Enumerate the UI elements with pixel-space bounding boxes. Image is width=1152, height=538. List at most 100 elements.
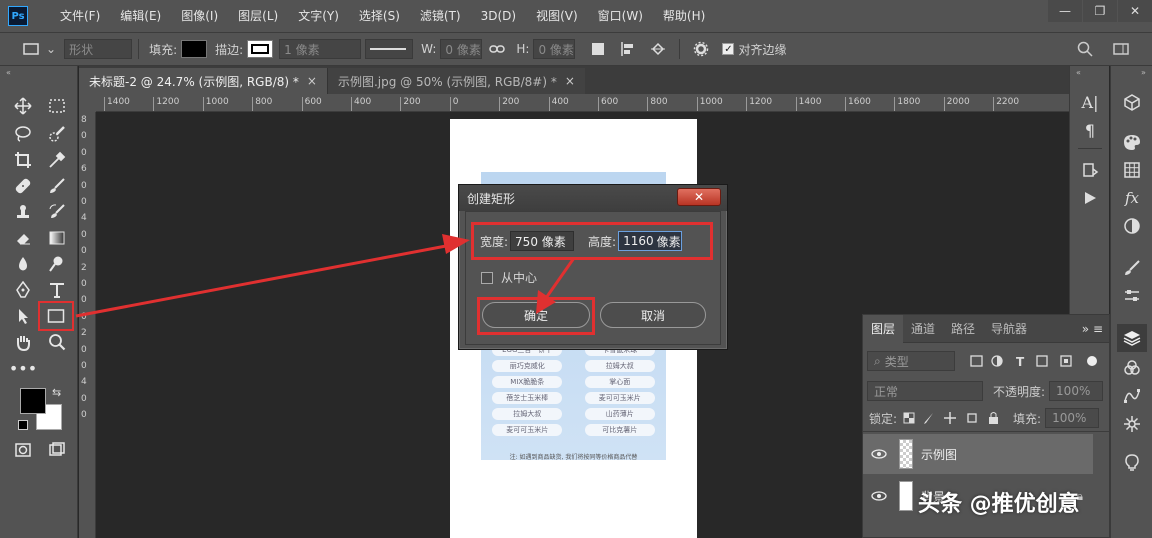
- fill-color-swatch[interactable]: [181, 40, 208, 58]
- healing-brush-tool-icon[interactable]: [10, 174, 36, 198]
- workspace-icon[interactable]: [1112, 40, 1130, 58]
- height-field[interactable]: 0 像素: [533, 39, 576, 59]
- tab-paths[interactable]: 路径: [943, 315, 983, 343]
- type-tool-icon[interactable]: [44, 278, 70, 302]
- eraser-tool-icon[interactable]: [10, 226, 36, 250]
- brush-settings-icon[interactable]: [1119, 256, 1145, 280]
- gear-icon[interactable]: [692, 40, 710, 58]
- hand-tool-icon[interactable]: [10, 330, 36, 354]
- crop-tool-icon[interactable]: [10, 148, 36, 172]
- color-palette-icon[interactable]: [1119, 130, 1145, 154]
- dialog-titlebar[interactable]: 创建矩形 ✕: [459, 185, 727, 211]
- zoom-tool-icon[interactable]: [44, 330, 70, 354]
- lock-icons[interactable]: [903, 411, 1003, 425]
- adjustments-icon[interactable]: [1119, 214, 1145, 238]
- from-center-checkbox[interactable]: [481, 271, 493, 284]
- menu-filter[interactable]: 滤镜(T): [410, 0, 471, 32]
- layer-row-example[interactable]: 示例图: [863, 434, 1093, 474]
- minimize-button[interactable]: —: [1048, 0, 1082, 22]
- history-panel-icon[interactable]: [1077, 158, 1103, 182]
- menu-layer[interactable]: 图层(L): [228, 0, 288, 32]
- 3d-panel-icon[interactable]: [1119, 90, 1145, 114]
- brush-presets-icon[interactable]: [1119, 284, 1145, 308]
- width-input[interactable]: 750 像素: [510, 231, 575, 251]
- path-arrangement-icon[interactable]: [649, 40, 667, 58]
- path-selection-tool-icon[interactable]: [10, 304, 36, 328]
- width-field[interactable]: 0 像素: [440, 39, 483, 59]
- close-icon[interactable]: ×: [565, 74, 575, 88]
- eye-icon[interactable]: [863, 491, 895, 501]
- tab-channels[interactable]: 通道: [903, 315, 943, 343]
- history-brush-tool-icon[interactable]: [44, 200, 70, 224]
- menu-select[interactable]: 选择(S): [349, 0, 410, 32]
- blur-tool-icon[interactable]: [10, 252, 36, 276]
- rectangle-tool-icon[interactable]: [38, 301, 74, 331]
- restore-button[interactable]: ❐: [1083, 0, 1117, 22]
- close-window-button[interactable]: ✕: [1118, 0, 1152, 22]
- menu-window[interactable]: 窗口(W): [588, 0, 653, 32]
- eyedropper-tool-icon[interactable]: [44, 148, 70, 172]
- foreground-color-swatch[interactable]: [20, 388, 46, 414]
- swatches-grid-icon[interactable]: [1119, 158, 1145, 182]
- layers-panel-icon[interactable]: [1117, 324, 1147, 352]
- stroke-type-select[interactable]: [365, 39, 414, 59]
- navigator-panel-icon[interactable]: [1119, 412, 1145, 436]
- close-icon[interactable]: ×: [307, 74, 317, 88]
- menu-3d[interactable]: 3D(D): [471, 0, 526, 32]
- rectangle-tool-preset-icon[interactable]: [22, 40, 40, 58]
- photoshop-logo[interactable]: Ps: [8, 6, 28, 26]
- actions-play-icon[interactable]: [1077, 186, 1103, 210]
- paths-panel-icon[interactable]: [1119, 384, 1145, 408]
- menu-edit[interactable]: 编辑(E): [110, 0, 171, 32]
- clone-stamp-tool-icon[interactable]: [10, 200, 36, 224]
- lightbulb-icon[interactable]: [1119, 450, 1145, 474]
- cancel-button[interactable]: 取消: [600, 302, 706, 328]
- more-tools-icon[interactable]: •••: [9, 356, 37, 380]
- collapse-icon[interactable]: «: [1076, 68, 1081, 77]
- gradient-tool-icon[interactable]: [44, 226, 70, 250]
- path-alignment-icon[interactable]: [619, 40, 637, 58]
- brush-tool-icon[interactable]: [44, 174, 70, 198]
- menu-type[interactable]: 文字(Y): [288, 0, 349, 32]
- tab-layers[interactable]: 图层: [863, 314, 904, 343]
- screen-mode-icon[interactable]: [44, 438, 70, 462]
- quick-selection-tool-icon[interactable]: [44, 122, 70, 146]
- paragraph-panel-icon[interactable]: ¶: [1077, 118, 1103, 142]
- menu-help[interactable]: 帮助(H): [653, 0, 715, 32]
- opacity-field[interactable]: 100%: [1049, 381, 1104, 401]
- tab-untitled-2[interactable]: 未标题-2 @ 24.7% (示例图, RGB/8) * ×: [79, 68, 327, 94]
- link-icon[interactable]: [488, 40, 506, 58]
- menu-file[interactable]: 文件(F): [50, 0, 110, 32]
- blend-mode-select[interactable]: 正常: [867, 381, 983, 401]
- stroke-width-field[interactable]: 1 像素: [279, 39, 362, 59]
- layer-filter-icons[interactable]: T: [969, 354, 1085, 368]
- fill-field[interactable]: 100%: [1045, 408, 1100, 428]
- tab-example-jpg[interactable]: 示例图.jpg @ 50% (示例图, RGB/8#) * ×: [326, 68, 585, 94]
- move-tool-icon[interactable]: [10, 94, 36, 118]
- tool-mode-select[interactable]: 形状: [64, 39, 133, 59]
- pen-tool-icon[interactable]: [10, 278, 36, 302]
- character-panel-icon[interactable]: A|: [1077, 90, 1103, 114]
- chevron-down-icon[interactable]: ⌄: [46, 42, 56, 56]
- swap-colors-icon[interactable]: ⇆: [52, 386, 61, 399]
- collapse-icon[interactable]: «: [6, 68, 11, 77]
- tab-navigator[interactable]: 导航器: [983, 315, 1035, 343]
- eye-icon[interactable]: [863, 449, 895, 459]
- layer-filter-select[interactable]: ⌕ 类型: [867, 351, 955, 371]
- menu-view[interactable]: 视图(V): [526, 0, 588, 32]
- quick-mask-icon[interactable]: [10, 438, 36, 462]
- channels-panel-icon[interactable]: [1119, 356, 1145, 380]
- collapse-icon[interactable]: »: [1141, 68, 1146, 77]
- lasso-tool-icon[interactable]: [10, 122, 36, 146]
- styles-fx-icon[interactable]: fx: [1119, 186, 1145, 210]
- filter-toggle-icon[interactable]: [1087, 356, 1097, 366]
- height-input[interactable]: 1160 像素: [618, 231, 683, 251]
- dialog-close-button[interactable]: ✕: [677, 188, 721, 206]
- ok-button[interactable]: 确定: [482, 302, 590, 328]
- align-edges-checkbox[interactable]: ✓: [722, 43, 735, 55]
- dodge-tool-icon[interactable]: [44, 252, 70, 276]
- search-icon[interactable]: [1076, 40, 1094, 58]
- menu-image[interactable]: 图像(I): [171, 0, 228, 32]
- panel-menu-icon[interactable]: » ≡: [1082, 322, 1103, 336]
- marquee-tool-icon[interactable]: [44, 94, 70, 118]
